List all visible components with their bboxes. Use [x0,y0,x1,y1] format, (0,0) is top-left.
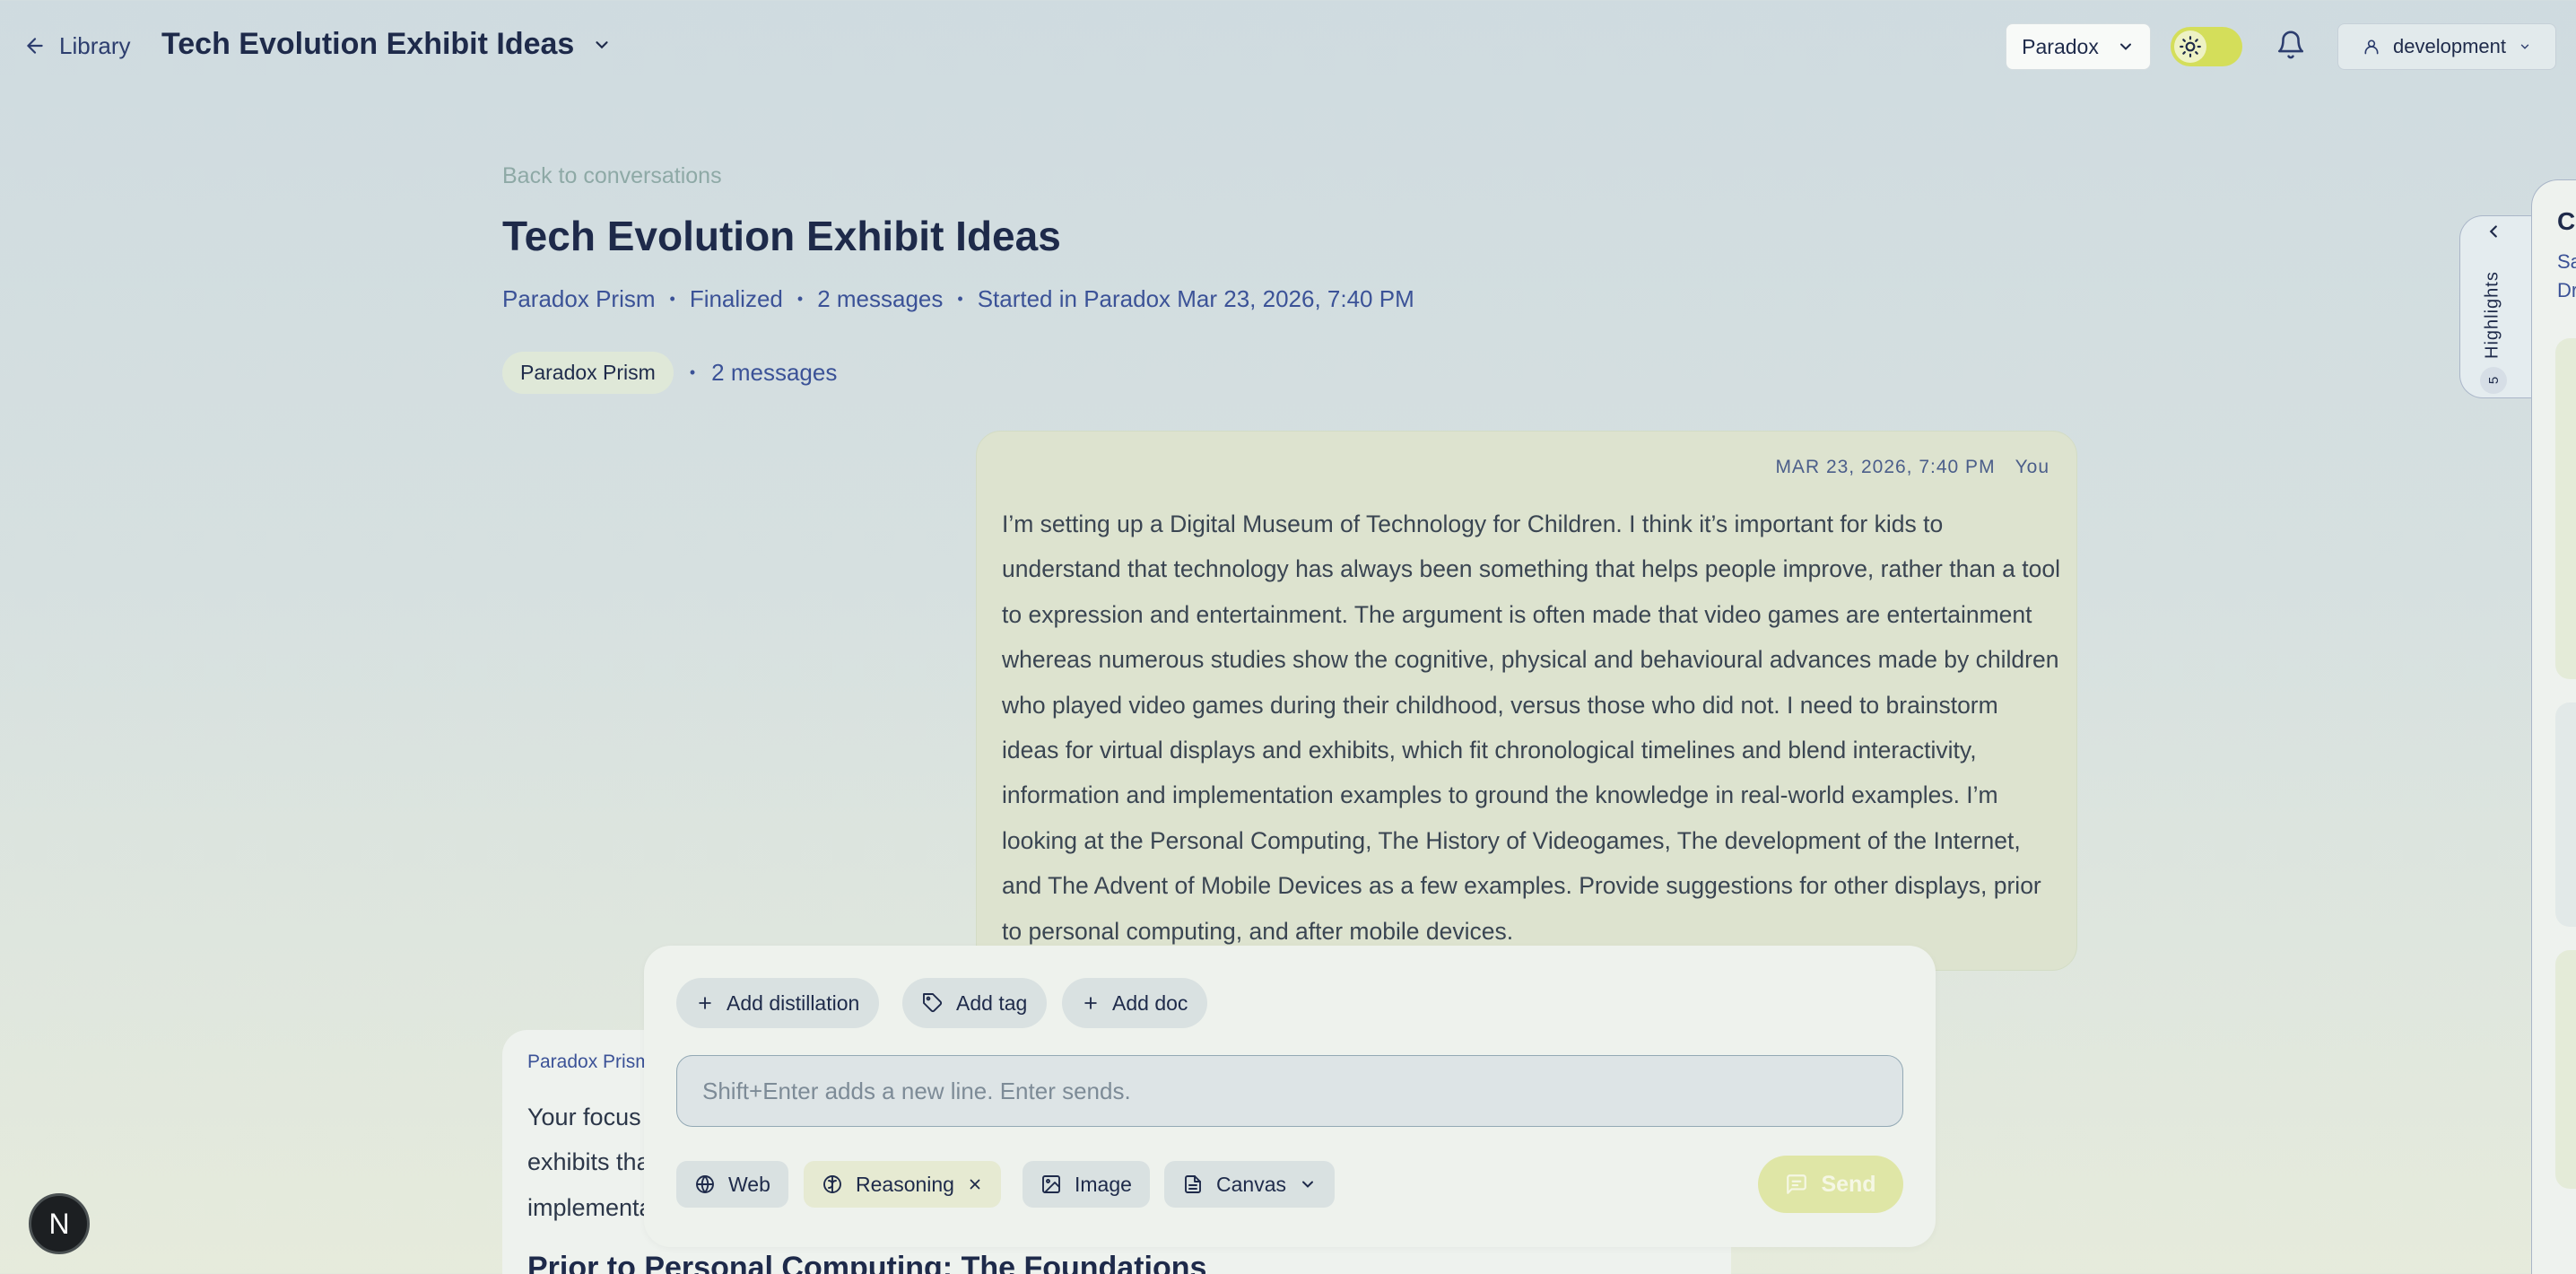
message-author: You [2015,457,2049,477]
document-icon [1185,1175,1201,1193]
add-distillation-button[interactable]: Add distillation [676,978,880,1028]
assistant-section-heading: Prior to Personal Computing: The Foundat… [527,1251,1207,1274]
highlights-count-badge: 5 [2480,367,2507,394]
add-distillation-label: Add distillation [727,990,860,1015]
message-icon [1787,1174,1807,1194]
message-input[interactable] [676,1055,1903,1127]
page-title: Tech Evolution Exhibit Ideas [161,27,575,61]
message-line: I’m setting up a Digital Museum of Techn… [1002,510,1944,537]
notifications-button[interactable] [2273,27,2309,63]
web-tool-label: Web [728,1172,770,1196]
chevron-down-icon [2520,44,2529,49]
image-tool-button[interactable]: Image [1023,1161,1150,1208]
bell-icon [2277,31,2304,59]
back-to-library-link[interactable]: Library [23,31,130,61]
arrow-left-icon [27,38,43,54]
user-icon [2364,39,2379,55]
highlights-label: Highlights [2482,271,2502,359]
side-panel-card[interactable] [2555,338,2576,679]
message-line: who played video games during their chil… [1002,691,1998,719]
message-line: whereas numerous studies show the cognit… [1002,646,2059,674]
add-tag-label: Add tag [956,990,1028,1015]
conversation-meta: Paradox Prism • Finalized • 2 messages •… [502,285,1414,312]
message-body: I’m setting up a Digital Museum of Techn… [1002,502,2060,954]
meta-started: Started in Paradox Mar 23, 2026, 7:40 PM [977,285,1414,312]
web-tool-button[interactable]: Web [676,1161,788,1208]
theme-toggle[interactable] [2171,27,2242,66]
side-panel-card[interactable] [2555,702,2576,927]
message-timestamp: MAR 23, 2026, 7:40 PM [1775,457,1996,477]
account-select-value: development [2393,35,2506,57]
sun-icon [2174,31,2206,63]
message-line: to expression and entertainment. The arg… [1002,600,2032,628]
add-doc-label: Add doc [1112,990,1188,1015]
chevron-down-icon [1301,1181,1313,1188]
close-icon[interactable] [967,1176,983,1192]
send-label: Send [1821,1171,1876,1197]
image-tool-label: Image [1075,1172,1132,1196]
canvas-tool-label: Canvas [1216,1172,1286,1196]
conversation-chips: Paradox Prism • 2 messages [502,352,837,394]
model-select[interactable]: Paradox [2006,23,2151,70]
tag-icon [923,993,943,1013]
meta-message-count: 2 messages [817,285,944,312]
meta-status: Finalized [689,285,783,312]
chevron-left-icon [2489,225,2497,238]
add-doc-button[interactable]: Add doc [1062,978,1208,1028]
brain-icon [823,1175,841,1193]
image-icon [1042,1175,1060,1193]
model-chip: Paradox Prism [502,352,674,394]
message-line: understand that technology has always be… [1002,555,2061,583]
add-tag-button[interactable]: Add tag [902,978,1048,1028]
side-panel-subtitle: Sa [2557,250,2576,273]
reasoning-tool-label: Reasoning [856,1172,954,1196]
user-avatar[interactable]: N [29,1193,90,1254]
message-line: information and implementation examples … [1002,781,1998,809]
globe-icon [696,1175,714,1193]
chevron-down-icon [2119,43,2131,50]
message-line: ideas for virtual displays and exhibits,… [1002,737,1977,764]
meta-model: Paradox Prism [502,285,656,312]
composer: Add distillation Add tag Add doc Web Rea… [644,946,1936,1247]
side-panel-title: Ca [2557,207,2576,235]
page-title-dropdown[interactable]: Tech Evolution Exhibit Ideas [161,27,612,62]
plus-icon [699,997,711,1009]
side-panel: Ca Sa Dr [2531,179,2576,1274]
model-select-value: Paradox [2022,34,2099,58]
reasoning-tool-button[interactable]: Reasoning [804,1161,1001,1208]
account-select[interactable]: development [2337,23,2556,70]
assistant-author: Paradox Prism [527,1051,651,1072]
side-panel-subtitle-2: Dr [2557,279,2576,301]
message-line: and The Advent of Mobile Devices as a fe… [1002,872,2041,900]
message-count-chip: 2 messages [711,359,838,386]
conversation-title: Tech Evolution Exhibit Ideas [502,213,1061,259]
user-message: MAR 23, 2026, 7:40 PM You I’m setting up… [976,431,2077,971]
back-library-label: Library [59,31,131,59]
send-button[interactable]: Send [1758,1156,1903,1213]
side-panel-card[interactable] [2555,950,2576,1189]
message-line: looking at the Personal Computing, The H… [1002,826,2021,854]
message-header: MAR 23, 2026, 7:40 PM You [1775,457,2049,478]
back-to-conversations-link[interactable]: Back to conversations [502,163,722,189]
plus-icon [1084,997,1097,1009]
canvas-tool-button[interactable]: Canvas [1164,1161,1335,1208]
chevron-down-icon [596,40,608,48]
highlights-tab[interactable]: Highlights 5 [2459,215,2531,398]
